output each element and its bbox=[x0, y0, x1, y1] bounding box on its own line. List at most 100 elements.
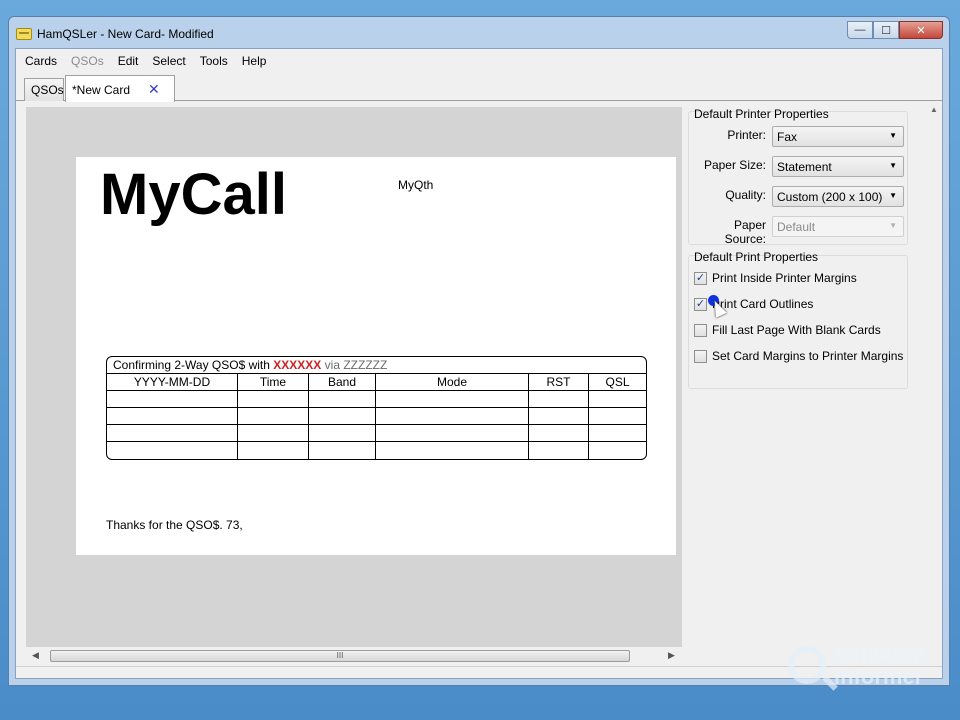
table-cell bbox=[309, 442, 376, 459]
panel-scroll-up-icon[interactable]: ▲ bbox=[930, 105, 938, 114]
column-header: YYYY-MM-DD bbox=[107, 374, 238, 391]
checkbox-checked-icon[interactable]: ✓ bbox=[694, 271, 707, 285]
printer-value: Fax bbox=[777, 130, 798, 144]
client-area: Cards QSOs Edit Select Tools Help QSOs *… bbox=[15, 48, 943, 679]
paper-size-select[interactable]: Statement ▼ bbox=[772, 156, 904, 177]
table-cell bbox=[107, 425, 238, 442]
column-header: Band bbox=[309, 374, 376, 391]
table-cell bbox=[107, 408, 238, 425]
table-cell bbox=[309, 391, 376, 408]
print-properties-title: Default Print Properties bbox=[694, 250, 819, 264]
qso-box[interactable]: Confirming 2-Way QSO$ with XXXXXX via ZZ… bbox=[106, 356, 647, 460]
table-cell bbox=[309, 425, 376, 442]
table-cell bbox=[589, 425, 646, 442]
paper-size-label: Paper Size: bbox=[703, 158, 766, 172]
menu-tools[interactable]: Tools bbox=[193, 54, 235, 68]
properties-panel: ▲ Default Printer Properties Printer: Fa… bbox=[684, 105, 940, 665]
table-cell bbox=[107, 391, 238, 408]
minimize-button[interactable]: — bbox=[847, 21, 873, 39]
table-cell bbox=[589, 391, 646, 408]
checkbox-checked-icon[interactable]: ✓ bbox=[694, 297, 707, 311]
table-cell bbox=[238, 391, 309, 408]
quality-value: Custom (200 x 100) bbox=[777, 190, 883, 204]
menu-help[interactable]: Help bbox=[235, 54, 274, 68]
tab-new-card[interactable]: *New Card ✕ bbox=[65, 75, 175, 102]
qsl-card[interactable]: MyCall MyQth Confirming 2-Way QSO$ with … bbox=[76, 157, 676, 555]
menu-edit[interactable]: Edit bbox=[111, 54, 146, 68]
table-cell bbox=[529, 425, 589, 442]
watermark-line1: software bbox=[834, 642, 925, 667]
scroll-right-icon[interactable]: ▶ bbox=[668, 650, 675, 661]
app-window: HamQSLer - New Card- Modified — ☐ ✕ Card… bbox=[8, 16, 950, 686]
horizontal-scrollbar[interactable]: ◀ III ▶ bbox=[26, 648, 682, 665]
checkbox-unchecked-icon[interactable] bbox=[694, 323, 707, 337]
option-label: Print Inside Printer Margins bbox=[712, 271, 857, 285]
table-cell bbox=[529, 408, 589, 425]
chevron-down-icon: ▼ bbox=[889, 161, 897, 170]
card-preview-area[interactable]: MyCall MyQth Confirming 2-Way QSO$ with … bbox=[26, 107, 682, 647]
window-controls: — ☐ ✕ bbox=[847, 21, 943, 39]
caption-via: via ZZZZZZ bbox=[324, 358, 388, 372]
menu-cards[interactable]: Cards bbox=[18, 54, 64, 68]
app-icon bbox=[16, 28, 32, 40]
card-thanks-text[interactable]: Thanks for the QSO$. 73, bbox=[106, 518, 243, 532]
printer-properties-title: Default Printer Properties bbox=[694, 107, 829, 121]
magnifier-icon bbox=[788, 646, 826, 684]
scroll-thumb[interactable]: III bbox=[50, 650, 630, 662]
quality-select[interactable]: Custom (200 x 100) ▼ bbox=[772, 186, 904, 207]
column-header: RST bbox=[529, 374, 589, 391]
qso-grid: YYYY-MM-DD Time Band Mode RST QSL bbox=[107, 374, 646, 459]
chevron-down-icon: ▼ bbox=[889, 131, 897, 140]
option-label: Fill Last Page With Blank Cards bbox=[712, 323, 881, 337]
caption-call: XXXXXX bbox=[273, 358, 322, 372]
close-tab-icon[interactable]: ✕ bbox=[148, 81, 160, 98]
menu-select[interactable]: Select bbox=[145, 54, 192, 68]
table-cell bbox=[309, 408, 376, 425]
qso-box-caption: Confirming 2-Way QSO$ with XXXXXX via ZZ… bbox=[107, 357, 646, 374]
column-header: Mode bbox=[376, 374, 529, 391]
caption-prefix: Confirming 2-Way QSO$ with bbox=[113, 358, 270, 372]
table-cell bbox=[376, 391, 529, 408]
chevron-down-icon: ▼ bbox=[889, 191, 897, 200]
table-cell bbox=[529, 442, 589, 459]
option-label: Print Card Outlines bbox=[712, 297, 814, 311]
printer-label: Printer: bbox=[727, 128, 766, 142]
menu-qsos[interactable]: QSOs bbox=[64, 54, 111, 68]
close-button[interactable]: ✕ bbox=[899, 21, 943, 39]
table-cell bbox=[238, 442, 309, 459]
paper-source-select[interactable]: Default ▼ bbox=[772, 216, 904, 237]
maximize-button[interactable]: ☐ bbox=[873, 21, 899, 39]
menu-bar: Cards QSOs Edit Select Tools Help bbox=[16, 49, 942, 73]
option-print-inside-margins[interactable]: ✓ Print Inside Printer Margins bbox=[694, 271, 857, 285]
table-cell bbox=[589, 408, 646, 425]
window-title: HamQSLer - New Card- Modified bbox=[37, 27, 214, 41]
card-callsign[interactable]: MyCall bbox=[100, 161, 287, 228]
title-bar[interactable]: HamQSLer - New Card- Modified — ☐ ✕ bbox=[9, 17, 949, 49]
table-cell bbox=[589, 442, 646, 459]
option-fill-last-page[interactable]: Fill Last Page With Blank Cards bbox=[694, 323, 881, 337]
table-cell bbox=[376, 408, 529, 425]
paper-source-value: Default bbox=[777, 220, 816, 234]
table-cell bbox=[529, 391, 589, 408]
tab-new-card-label: *New Card bbox=[72, 83, 131, 97]
table-cell bbox=[238, 425, 309, 442]
table-cell bbox=[376, 442, 529, 459]
tab-qsos-label: QSOs bbox=[31, 83, 64, 97]
printer-select[interactable]: Fax ▼ bbox=[772, 126, 904, 147]
scroll-left-icon[interactable]: ◀ bbox=[32, 650, 39, 661]
card-qth[interactable]: MyQth bbox=[398, 178, 433, 192]
table-cell bbox=[107, 442, 238, 459]
paper-size-value: Statement bbox=[777, 160, 832, 174]
tab-qsos[interactable]: QSOs bbox=[24, 78, 64, 101]
column-header: QSL bbox=[589, 374, 646, 391]
checkbox-unchecked-icon[interactable] bbox=[694, 349, 707, 363]
option-set-card-margins[interactable]: Set Card Margins to Printer Margins bbox=[694, 349, 903, 363]
quality-label: Quality: bbox=[725, 188, 766, 202]
watermark-line2: informer bbox=[834, 664, 924, 689]
column-header: Time bbox=[238, 374, 309, 391]
option-label: Set Card Margins to Printer Margins bbox=[712, 349, 904, 363]
chevron-down-icon: ▼ bbox=[889, 221, 897, 230]
paper-source-label: Paper Source: bbox=[724, 218, 766, 246]
tab-strip: QSOs *New Card ✕ bbox=[16, 73, 942, 102]
software-informer-watermark: software informer bbox=[788, 644, 938, 690]
